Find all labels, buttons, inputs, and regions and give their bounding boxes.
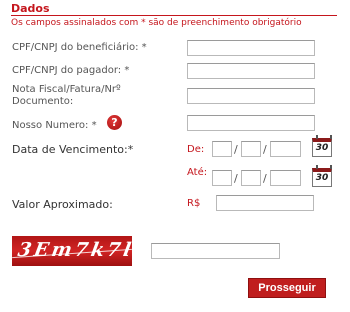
nota-fiscal-label-line1: Nota Fiscal/Fatura/Nrº: [12, 84, 121, 95]
valor-label: Valor Aproximado:: [12, 198, 113, 211]
section-title: Dados: [11, 2, 50, 15]
currency-label: R$: [187, 198, 201, 209]
nota-fiscal-input[interactable]: [187, 88, 315, 104]
cpf-beneficiario-label: CPF/CNPJ do beneficiário: *: [12, 42, 147, 54]
calendar-icon[interactable]: 30: [312, 135, 332, 157]
date-to-day-input[interactable]: [212, 170, 232, 186]
cpf-pagador-input[interactable]: [187, 63, 315, 79]
cpf-beneficiario-label-text: CPF/CNPJ do beneficiário:: [12, 42, 139, 53]
required-asterisk: *: [124, 65, 130, 76]
nosso-numero-input[interactable]: [187, 115, 315, 131]
captcha-input[interactable]: [151, 243, 280, 259]
calendar-rings: [316, 165, 332, 169]
date-from-day-input[interactable]: [212, 141, 232, 157]
date-separator: /: [263, 172, 267, 185]
required-asterisk: *: [141, 42, 147, 53]
nota-fiscal-label: Nota Fiscal/Fatura/Nrº Documento:: [12, 84, 121, 108]
date-from-label: De:: [187, 144, 205, 155]
section-divider: [11, 15, 337, 16]
date-from-month-input[interactable]: [241, 141, 261, 157]
calendar-day: 30: [315, 173, 329, 183]
help-icon[interactable]: ?: [107, 115, 122, 130]
date-separator: /: [234, 143, 238, 156]
cpf-beneficiario-input[interactable]: [187, 40, 315, 56]
calendar-rings: [316, 135, 332, 139]
calendar-icon[interactable]: 30: [312, 165, 332, 187]
calendar-day: 30: [315, 143, 329, 153]
date-separator: /: [234, 172, 238, 185]
date-to-year-input[interactable]: [270, 170, 301, 186]
cpf-pagador-label: CPF/CNPJ do pagador: *: [12, 65, 129, 77]
nosso-numero-label: Nosso Numero: *: [12, 120, 97, 132]
prosseguir-button[interactable]: Prosseguir: [248, 278, 326, 298]
date-to-label: Até:: [187, 167, 208, 178]
date-separator: /: [263, 143, 267, 156]
date-from-year-input[interactable]: [270, 141, 301, 157]
nosso-numero-label-text: Nosso Numero:: [12, 120, 89, 131]
captcha-image: 3Em7k7l: [12, 236, 132, 266]
required-asterisk: *: [91, 120, 97, 131]
cpf-pagador-label-text: CPF/CNPJ do pagador:: [12, 65, 122, 76]
vencimento-label: Data de Vencimento:*: [12, 143, 134, 156]
valor-input[interactable]: [216, 195, 314, 211]
required-fields-note: Os campos assinalados com * são de preen…: [11, 18, 302, 28]
date-to-month-input[interactable]: [241, 170, 261, 186]
nota-fiscal-label-line2: Documento:: [12, 96, 74, 107]
